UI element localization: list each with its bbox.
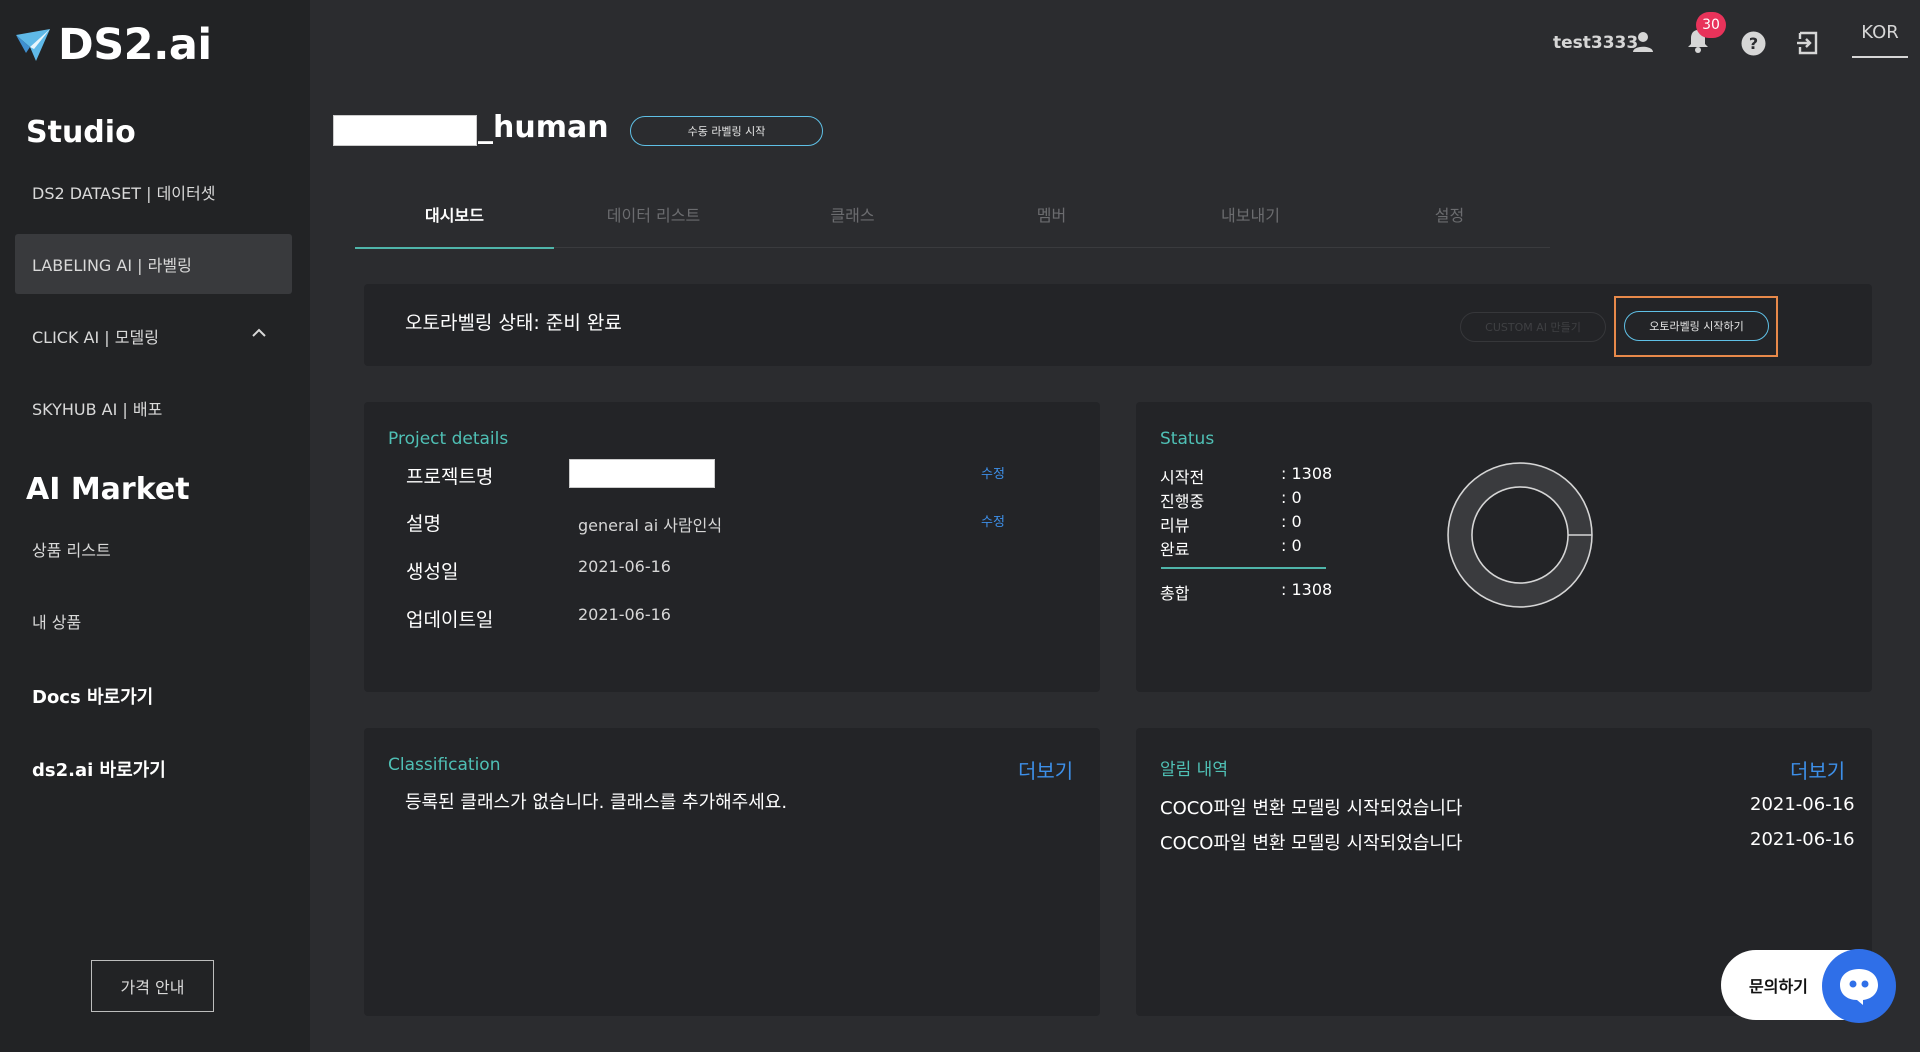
manual-labeling-start-button[interactable]: 수동 라벨링 시작 (630, 116, 823, 146)
tab-members[interactable]: 멤버 (952, 200, 1151, 247)
sidebar-item-dataset[interactable]: DS2 DATASET | 데이터셋 (15, 162, 292, 222)
status-label-in-progress: 진행중 (1160, 492, 1205, 511)
brand-name: DS2.ai (58, 20, 212, 70)
svg-text:?: ? (1749, 34, 1758, 53)
status-value-done: : 0 (1281, 536, 1302, 555)
detail-value-description: general ai 사람인식 (578, 516, 723, 535)
notification-date: 2021-06-16 (1750, 794, 1855, 815)
sidebar-item-label: SKYHUB AI | 배포 (32, 400, 163, 419)
tab-dashboard[interactable]: 대시보드 (355, 200, 554, 249)
classification-title: Classification (388, 755, 501, 775)
studio-section-title: Studio (26, 115, 136, 150)
sidebar-item-label: CLICK AI | 모델링 (32, 328, 159, 347)
tab-export[interactable]: 내보내기 (1151, 200, 1350, 247)
sidebar: DS2.ai Studio DS2 DATASET | 데이터셋 LABELIN… (0, 0, 310, 1052)
tab-settings[interactable]: 설정 (1350, 200, 1549, 247)
sidebar-item-product-list[interactable]: 상품 리스트 (15, 519, 292, 579)
sidebar-item-label: DS2 DATASET | 데이터셋 (32, 184, 216, 203)
status-value-pending: : 1308 (1281, 464, 1333, 483)
docs-link[interactable]: Docs 바로가기 (32, 683, 153, 709)
status-title: Status (1160, 429, 1215, 449)
sidebar-item-skyhub[interactable]: SKYHUB AI | 배포 (15, 378, 292, 438)
chat-icon (1840, 969, 1878, 1005)
inquiry-label: 문의하기 (1749, 977, 1808, 996)
tab-data-list[interactable]: 데이터 리스트 (554, 200, 753, 247)
ds2-site-link[interactable]: ds2.ai 바로가기 (32, 756, 166, 782)
status-label-pending: 시작전 (1160, 468, 1205, 487)
ds2-logo-icon (16, 29, 50, 61)
project-details-title: Project details (388, 429, 509, 449)
logout-icon[interactable] (1796, 31, 1820, 55)
classification-more-link[interactable]: 더보기 (1018, 755, 1073, 784)
edit-name-link[interactable]: 수정 (981, 463, 1005, 482)
edit-description-link[interactable]: 수정 (981, 511, 1005, 530)
price-guide-button[interactable]: 가격 안내 (91, 960, 214, 1012)
sidebar-item-label: 상품 리스트 (32, 541, 111, 560)
username[interactable]: test3333 (1553, 33, 1638, 53)
chevron-up-icon[interactable] (252, 326, 266, 340)
sidebar-item-click-ai[interactable]: CLICK AI | 모델링 (15, 306, 292, 366)
page-title: _human (478, 110, 609, 145)
notification-text: COCO파일 변환 모델링 시작되었습니다 (1160, 798, 1463, 819)
detail-label-description: 설명 (406, 513, 441, 535)
detail-value-created: 2021-06-16 (578, 557, 671, 576)
autolabel-start-button[interactable]: 오토라벨링 시작하기 (1624, 311, 1769, 341)
notifications-more-link[interactable]: 더보기 (1790, 755, 1845, 784)
status-label-total: 총합 (1160, 584, 1190, 603)
status-divider (1161, 567, 1326, 569)
detail-label-created: 생성일 (406, 561, 459, 583)
help-icon[interactable]: ? (1741, 31, 1766, 56)
ai-market-section-title: AI Market (26, 472, 190, 507)
notification-badge: 30 (1696, 12, 1726, 38)
sidebar-item-label: 내 상품 (32, 613, 82, 632)
autolabel-status-text: 오토라벨링 상태: 준비 완료 (405, 312, 622, 334)
status-donut-chart (1447, 462, 1593, 608)
detail-label-updated: 업데이트일 (406, 609, 494, 631)
redacted-project-name-value (569, 459, 715, 488)
notifications-title: 알림 내역 (1160, 760, 1228, 780)
notification-date: 2021-06-16 (1750, 829, 1855, 850)
sidebar-item-labeling[interactable]: LABELING AI | 라벨링 (15, 234, 292, 294)
language-selector[interactable]: KOR (1852, 22, 1908, 58)
chat-button[interactable] (1822, 949, 1896, 1023)
custom-ai-button[interactable]: CUSTOM AI 만들기 (1460, 312, 1606, 342)
status-label-done: 완료 (1160, 540, 1190, 559)
redacted-project-name (333, 115, 477, 146)
sidebar-item-my-products[interactable]: 내 상품 (15, 591, 292, 651)
tab-classes[interactable]: 클래스 (753, 200, 952, 247)
detail-value-updated: 2021-06-16 (578, 605, 671, 624)
detail-label-name: 프로젝트명 (406, 466, 494, 488)
status-label-review: 리뷰 (1160, 516, 1190, 535)
notification-text: COCO파일 변환 모델링 시작되었습니다 (1160, 833, 1463, 854)
brand-logo[interactable]: DS2.ai (14, 20, 212, 70)
user-icon[interactable] (1633, 31, 1653, 53)
status-value-in-progress: : 0 (1281, 488, 1302, 507)
sidebar-item-label: LABELING AI | 라벨링 (32, 256, 192, 275)
status-value-review: : 0 (1281, 512, 1302, 531)
classification-empty-text: 등록된 클래스가 없습니다. 클래스를 추가해주세요. (405, 792, 788, 813)
status-value-total: : 1308 (1281, 580, 1333, 599)
tab-bar: 대시보드 데이터 리스트 클래스 멤버 내보내기 설정 (355, 200, 1550, 249)
